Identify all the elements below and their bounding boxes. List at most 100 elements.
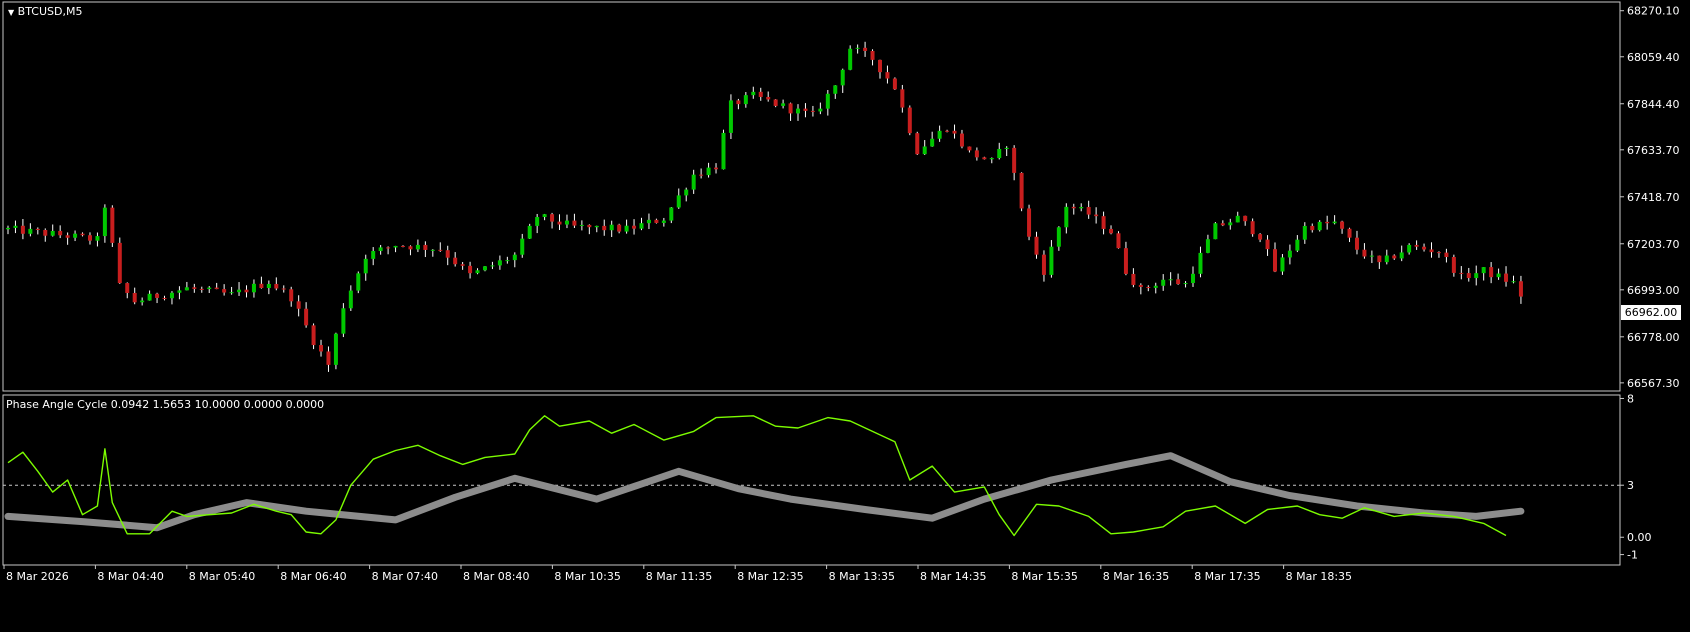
bear-candle xyxy=(1131,273,1136,285)
bull-candle xyxy=(356,273,361,291)
time-axis-label: 8 Mar 17:35 xyxy=(1194,570,1260,583)
price-axis-label: 66778.00 xyxy=(1627,331,1680,344)
bear-candle xyxy=(1392,255,1397,259)
price-axis-label: 66993.00 xyxy=(1627,284,1680,297)
bull-candle xyxy=(102,207,107,237)
bear-candle xyxy=(445,250,450,258)
bear-candle xyxy=(1422,246,1427,250)
bear-candle xyxy=(1220,223,1225,226)
time-axis-label: 8 Mar 14:35 xyxy=(920,570,986,583)
bear-candle xyxy=(1265,239,1270,250)
bull-candle xyxy=(266,283,271,288)
bear-candle xyxy=(1012,147,1017,173)
price-axis-label: 66567.30 xyxy=(1627,377,1680,390)
bear-candle xyxy=(974,150,979,158)
bear-candle xyxy=(632,225,637,229)
bear-candle xyxy=(1377,255,1382,263)
bear-candle xyxy=(557,221,562,225)
bull-candle xyxy=(728,100,733,133)
bear-candle xyxy=(1027,208,1032,237)
bull-candle xyxy=(721,132,726,170)
bear-candle xyxy=(1123,248,1128,274)
main-panel-title[interactable]: ▼ BTCUSD,M5 xyxy=(8,5,82,18)
bull-candle xyxy=(1213,223,1218,240)
bull-candle xyxy=(989,158,994,160)
bear-candle xyxy=(766,96,771,100)
bear-candle xyxy=(386,247,391,249)
bear-candle xyxy=(1019,172,1024,209)
chart-canvas: 68270.10 68059.40 67844.40 67633.70 67418.70… xyxy=(0,0,1690,632)
bull-candle xyxy=(1280,257,1285,272)
bear-candle xyxy=(907,107,912,134)
bull-candle xyxy=(237,289,242,293)
bull-candle xyxy=(1511,281,1516,283)
bull-candle xyxy=(184,287,189,291)
bear-candle xyxy=(274,283,279,289)
bull-candle xyxy=(251,283,256,293)
time-axis-label: 8 Mar 06:40 xyxy=(280,570,346,583)
time-axis-label: 8 Mar 10:35 xyxy=(554,570,620,583)
bull-candle xyxy=(1399,252,1404,259)
price-axis-label: 68059.40 xyxy=(1627,51,1680,64)
bear-candle xyxy=(214,287,219,290)
bull-candle xyxy=(333,333,338,365)
bear-candle xyxy=(1138,284,1143,287)
bear-candle xyxy=(1272,249,1277,272)
bear-candle xyxy=(65,235,70,238)
bear-candle xyxy=(20,225,25,234)
time-axis-label: 8 Mar 12:35 xyxy=(737,570,803,583)
bear-candle xyxy=(617,224,622,232)
bull-candle xyxy=(676,195,681,208)
bear-candle xyxy=(959,133,964,147)
bull-candle xyxy=(796,108,801,114)
bull-candle xyxy=(505,260,510,262)
bull-candle xyxy=(1153,285,1158,288)
bear-candle xyxy=(1340,221,1345,229)
time-axis-label: 8 Mar 08:40 xyxy=(463,570,529,583)
bull-candle xyxy=(207,287,212,290)
bear-candle xyxy=(1414,244,1419,247)
bull-candle xyxy=(751,91,756,96)
bull-candle xyxy=(646,219,651,224)
symbol-label: BTCUSD,M5 xyxy=(17,5,83,18)
bear-candle xyxy=(870,50,875,60)
bear-candle xyxy=(1444,252,1449,258)
bull-candle xyxy=(527,225,532,239)
panel-collapse-icon[interactable]: ▼ xyxy=(8,8,14,17)
bear-candle xyxy=(438,249,443,251)
bull-candle xyxy=(930,138,935,147)
bull-candle xyxy=(348,290,353,309)
bear-candle xyxy=(468,265,473,274)
bull-candle xyxy=(177,290,182,293)
bear-candle xyxy=(222,289,227,293)
bull-candle xyxy=(1481,267,1486,274)
bear-candle xyxy=(1325,221,1330,224)
bear-candle xyxy=(87,235,92,241)
bear-candle xyxy=(892,78,897,90)
bull-candle xyxy=(1384,255,1389,263)
indicator-axis-label: 0.00 xyxy=(1627,531,1652,544)
bull-candle xyxy=(997,148,1002,159)
bear-candle xyxy=(654,219,659,223)
bull-candle xyxy=(28,228,33,234)
bear-candle xyxy=(1250,221,1255,235)
bear-candle xyxy=(1362,249,1367,257)
chart-background xyxy=(0,0,1690,632)
bull-candle xyxy=(1205,239,1210,253)
bear-candle xyxy=(587,224,592,228)
bear-candle xyxy=(1094,214,1099,217)
bull-candle xyxy=(497,260,502,266)
time-axis-label: 8 Mar 16:35 xyxy=(1103,570,1169,583)
time-axis-label: 8 Mar 11:35 xyxy=(646,570,712,583)
bear-candle xyxy=(453,257,458,265)
bull-candle xyxy=(1407,244,1412,253)
bull-candle xyxy=(169,292,174,299)
bear-candle xyxy=(1101,216,1106,229)
bull-candle xyxy=(1235,215,1240,223)
bear-candle xyxy=(311,325,316,346)
bull-candle xyxy=(1198,252,1203,274)
indicator-panel-title: Phase Angle Cycle 0.0942 1.5653 10.0000 … xyxy=(6,398,325,411)
bear-candle xyxy=(1466,273,1471,279)
bear-candle xyxy=(1459,272,1464,274)
bear-candle xyxy=(1429,249,1434,253)
